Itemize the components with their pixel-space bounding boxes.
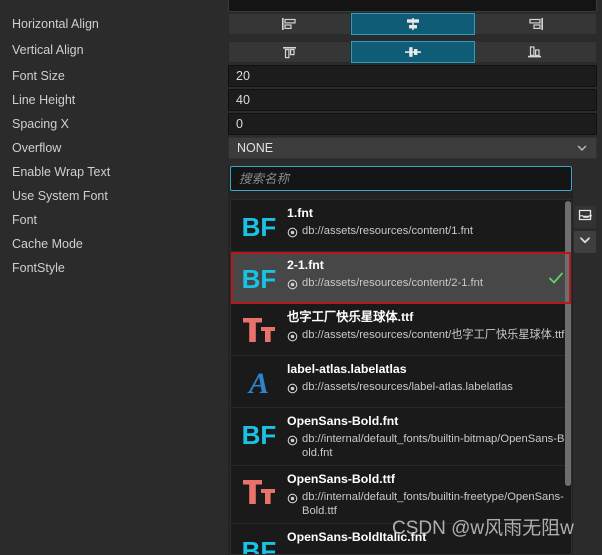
align-center-button[interactable] <box>351 13 475 35</box>
label-line-height: Line Height <box>12 93 76 107</box>
asset-picker-popup: BF 1.fnt db://assets/resources/content/1.f… <box>228 166 573 555</box>
inspector-screen: Horizontal Align Vertical Align Font Siz… <box>0 0 602 555</box>
svg-text:BF: BF <box>242 264 277 294</box>
label-atlas-icon: A <box>237 362 281 402</box>
font-size-input[interactable]: 20 <box>228 65 597 87</box>
database-dot-icon <box>287 277 298 290</box>
vertical-align-group <box>228 41 597 63</box>
asset-item-text: 1.fnt db://assets/resources/content/1.fnt <box>287 205 565 238</box>
bitmap-font-icon: BF <box>237 258 281 298</box>
database-dot-icon <box>287 329 298 342</box>
chevron-down-icon <box>576 142 588 154</box>
asset-item-text: OpenSans-Bold.fnt db://internal/default_f… <box>287 413 565 460</box>
asset-item-text: 也字工厂快乐星球体.ttf db://assets/resources/conte… <box>287 309 565 342</box>
asset-list-scrollbar-thumb[interactable] <box>565 201 571 486</box>
asset-item-text: OpenSans-Bold.ttf db://internal/default_f… <box>287 471 565 518</box>
database-dot-icon <box>287 381 298 394</box>
asset-list-item[interactable]: OpenSans-Bold.ttf db://internal/default_f… <box>231 466 571 524</box>
align-left-button[interactable] <box>228 13 352 35</box>
label-vertical-align: Vertical Align <box>12 43 84 57</box>
label-font-size: Font Size <box>12 69 65 83</box>
align-bottom-button[interactable] <box>474 41 597 63</box>
chevron-down-icon <box>578 233 592 252</box>
asset-list-item[interactable]: Alabel-atlas.labelatlas db://assets/resou… <box>231 356 571 408</box>
spacing-x-input[interactable]: 0 <box>228 113 597 135</box>
asset-tray-button[interactable] <box>574 206 596 228</box>
asset-item-name: OpenSans-Bold.ttf <box>287 472 395 486</box>
asset-list[interactable]: BF 1.fnt db://assets/resources/content/1.f… <box>230 199 572 555</box>
search-input[interactable] <box>230 166 572 191</box>
svg-text:BF: BF <box>242 420 277 450</box>
overflow-select[interactable]: NONE <box>228 137 597 159</box>
align-middle-button[interactable] <box>351 41 475 63</box>
align-top-button[interactable] <box>228 41 352 63</box>
horizontal-align-group <box>228 13 597 35</box>
asset-item-path: db://assets/resources/content/也字工厂快乐星球体.… <box>302 329 565 341</box>
database-dot-icon <box>287 225 298 238</box>
bitmap-font-icon: BF <box>237 530 281 555</box>
asset-item-name: 1.fnt <box>287 206 313 220</box>
asset-list-item[interactable]: BF OpenSans-BoldItalic.fnt <box>231 524 571 555</box>
asset-item-path-line: db://assets/resources/label-atlas.labela… <box>287 380 565 394</box>
label-cache-mode: Cache Mode <box>12 237 83 251</box>
overflow-select-value: NONE <box>237 141 274 155</box>
asset-item-path: db://assets/resources/content/2-1.fnt <box>302 277 483 289</box>
asset-list-item[interactable]: BF 2-1.fnt db://assets/resources/content/2… <box>231 252 571 304</box>
tray-icon <box>578 208 593 227</box>
asset-item-path: db://internal/default_fonts/builtin-free… <box>302 491 564 517</box>
asset-list-item[interactable]: BF OpenSans-Bold.fnt db://internal/default… <box>231 408 571 466</box>
label-horizontal-align: Horizontal Align <box>12 17 99 31</box>
database-dot-icon <box>287 491 298 504</box>
asset-item-path-line: db://internal/default_fonts/builtin-free… <box>287 490 565 518</box>
align-right-button[interactable] <box>474 13 597 35</box>
string-field-partial[interactable] <box>228 0 597 12</box>
check-icon <box>547 269 565 287</box>
label-overflow: Overflow <box>12 141 62 155</box>
asset-item-path: db://internal/default_fonts/builtin-bitm… <box>302 433 565 459</box>
svg-text:BF: BF <box>242 536 277 555</box>
label-use-system-font: Use System Font <box>12 189 108 203</box>
asset-item-name: 2-1.fnt <box>287 258 324 272</box>
asset-item-path-line: db://assets/resources/content/2-1.fnt <box>287 276 543 290</box>
asset-item-path-line: db://internal/default_fonts/builtin-bitm… <box>287 432 565 460</box>
search-bar <box>230 166 572 191</box>
asset-item-name: OpenSans-Bold.fnt <box>287 414 399 428</box>
asset-item-text: label-atlas.labelatlas db://assets/resour… <box>287 361 565 394</box>
asset-item-path: db://assets/resources/content/1.fnt <box>302 225 474 237</box>
label-enable-wrap-text: Enable Wrap Text <box>12 165 111 179</box>
truetype-font-icon <box>237 310 281 350</box>
asset-item-path-line: db://assets/resources/content/1.fnt <box>287 224 565 238</box>
asset-item-name: OpenSans-BoldItalic.fnt <box>287 530 427 544</box>
expand-more-button[interactable] <box>574 231 596 253</box>
label-font-style: FontStyle <box>12 261 65 275</box>
svg-text:A: A <box>247 367 269 400</box>
asset-item-path: db://assets/resources/label-atlas.labela… <box>302 381 513 393</box>
database-dot-icon <box>287 433 298 446</box>
asset-item-path-line: db://assets/resources/content/也字工厂快乐星球体.… <box>287 328 565 342</box>
label-font: Font <box>12 213 38 227</box>
label-spacing-x: Spacing X <box>12 117 69 131</box>
line-height-input[interactable]: 40 <box>228 89 597 111</box>
asset-list-item[interactable]: BF 1.fnt db://assets/resources/content/1.f… <box>231 200 571 252</box>
asset-list-item[interactable]: 也字工厂快乐星球体.ttf db://assets/resources/conte… <box>231 304 571 356</box>
bitmap-font-icon: BF <box>237 414 281 454</box>
truetype-font-icon <box>237 472 281 512</box>
svg-text:BF: BF <box>242 212 277 242</box>
bitmap-font-icon: BF <box>237 206 281 246</box>
asset-item-name: label-atlas.labelatlas <box>287 362 407 376</box>
asset-item-text: OpenSans-BoldItalic.fnt <box>287 529 565 545</box>
asset-item-name: 也字工厂快乐星球体.ttf <box>287 310 414 324</box>
asset-item-text: 2-1.fnt db://assets/resources/content/2-1… <box>287 257 543 290</box>
property-label-column: Horizontal Align Vertical Align Font Siz… <box>0 0 225 555</box>
